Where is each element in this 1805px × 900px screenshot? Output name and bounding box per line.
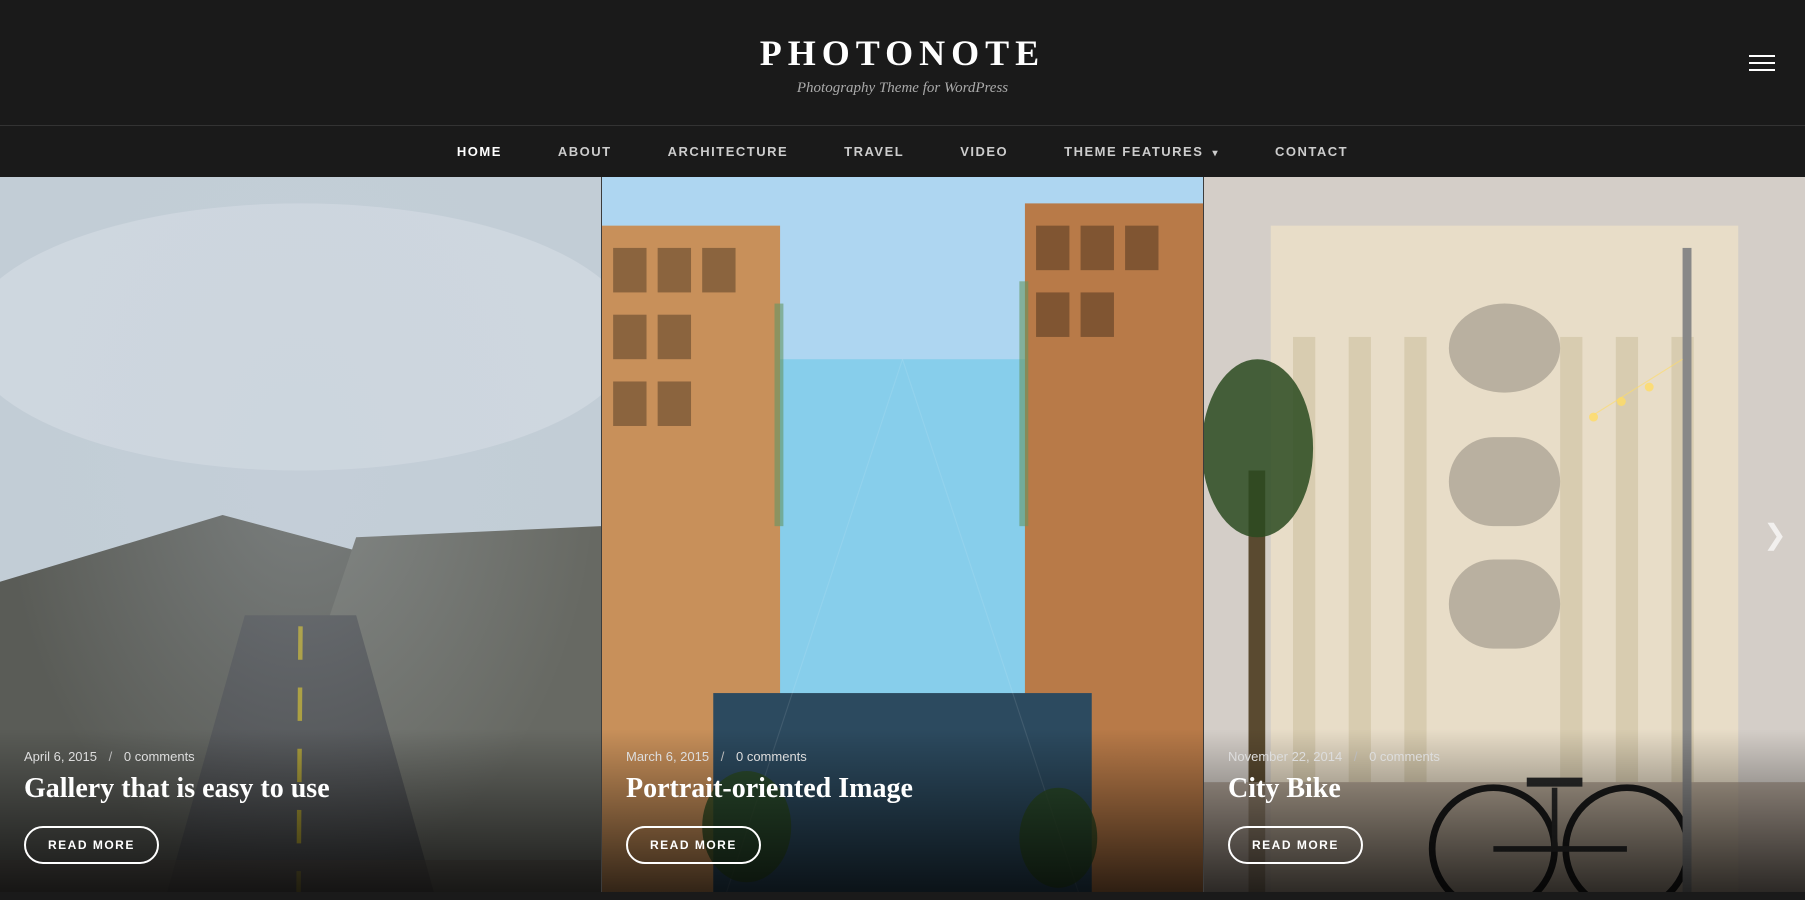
nav-link-about[interactable]: ABOUT (530, 126, 640, 177)
site-title: PHOTONOTE (20, 32, 1785, 74)
post-comments-1: 0 comments (124, 749, 195, 764)
hamburger-line-1 (1749, 55, 1775, 57)
nav-item-video[interactable]: VIDEO (932, 126, 1036, 177)
nav-item-contact[interactable]: CONTACT (1247, 126, 1376, 177)
post-comments-2: 0 comments (736, 749, 807, 764)
nav-link-travel[interactable]: TRAVEL (816, 126, 932, 177)
gallery-overlay-2: March 6, 2015 / 0 comments Portrait-orie… (602, 729, 1203, 892)
post-meta-1: April 6, 2015 / 0 comments (24, 749, 577, 764)
read-more-button-3[interactable]: READ MORE (1228, 826, 1363, 864)
nav-list: HOME ABOUT ARCHITECTURE TRAVEL VIDEO THE… (429, 126, 1376, 177)
nav-link-video[interactable]: VIDEO (932, 126, 1036, 177)
hamburger-line-2 (1749, 62, 1775, 64)
nav-link-architecture[interactable]: ARCHITECTURE (640, 126, 817, 177)
nav-item-travel[interactable]: TRAVEL (816, 126, 932, 177)
post-date-3: November 22, 2014 (1228, 749, 1342, 764)
nav-item-home[interactable]: HOME (429, 126, 530, 177)
nav-link-theme-features[interactable]: THEME FEATURES ▾ (1036, 126, 1247, 177)
gallery-section: April 6, 2015 / 0 comments Gallery that … (0, 177, 1805, 892)
main-navigation: HOME ABOUT ARCHITECTURE TRAVEL VIDEO THE… (0, 125, 1805, 177)
post-meta-separator-2: / (721, 749, 725, 764)
post-date-1: April 6, 2015 (24, 749, 97, 764)
read-more-button-1[interactable]: READ MORE (24, 826, 159, 864)
post-date-2: March 6, 2015 (626, 749, 709, 764)
post-title-2: Portrait-oriented Image (626, 772, 1179, 806)
carousel-next-arrow[interactable]: ❯ (1757, 517, 1793, 553)
nav-item-architecture[interactable]: ARCHITECTURE (640, 126, 817, 177)
post-meta-separator-3: / (1354, 749, 1358, 764)
chevron-right-icon: ❯ (1763, 518, 1786, 552)
post-meta-2: March 6, 2015 / 0 comments (626, 749, 1179, 764)
hamburger-line-3 (1749, 69, 1775, 71)
gallery-overlay-3: November 22, 2014 / 0 comments City Bike… (1204, 729, 1805, 892)
post-title-3: City Bike (1228, 772, 1781, 806)
nav-link-contact[interactable]: CONTACT (1247, 126, 1376, 177)
read-more-button-2[interactable]: READ MORE (626, 826, 761, 864)
gallery-item-1: April 6, 2015 / 0 comments Gallery that … (0, 177, 601, 892)
gallery-overlay-1: April 6, 2015 / 0 comments Gallery that … (0, 729, 601, 892)
nav-item-about[interactable]: ABOUT (530, 126, 640, 177)
nav-link-home[interactable]: HOME (429, 126, 530, 177)
post-meta-3: November 22, 2014 / 0 comments (1228, 749, 1781, 764)
site-header: PHOTONOTE Photography Theme for WordPres… (0, 0, 1805, 125)
site-tagline: Photography Theme for WordPress (20, 80, 1785, 97)
post-comments-3: 0 comments (1369, 749, 1440, 764)
post-meta-separator-1: / (109, 749, 113, 764)
gallery-item-3: November 22, 2014 / 0 comments City Bike… (1204, 177, 1805, 892)
theme-features-dropdown-icon: ▾ (1213, 148, 1220, 159)
post-title-1: Gallery that is easy to use (24, 772, 577, 806)
hamburger-menu-button[interactable] (1749, 55, 1775, 71)
nav-item-theme-features[interactable]: THEME FEATURES ▾ (1036, 126, 1247, 177)
gallery-item-2: March 6, 2015 / 0 comments Portrait-orie… (602, 177, 1203, 892)
